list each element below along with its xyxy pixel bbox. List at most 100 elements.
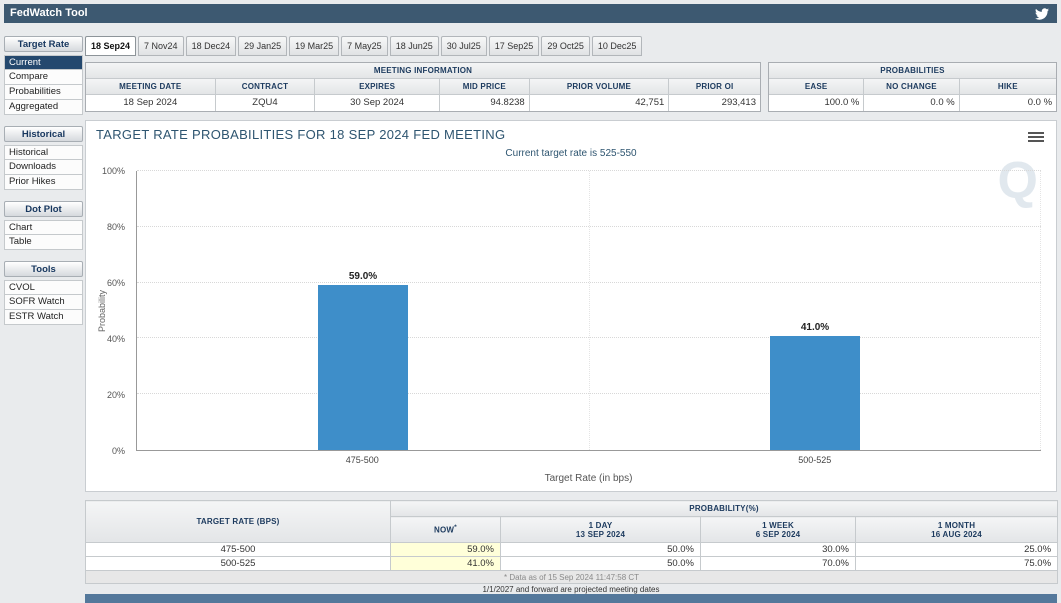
twitter-icon[interactable] — [1035, 7, 1049, 21]
now-label: NOW — [434, 526, 454, 535]
meeting-date-tabs: 18 Sep24 7 Nov24 18 Dec24 29 Jan25 19 Ma… — [85, 36, 642, 56]
sidebar-item-downloads[interactable]: Downloads — [4, 160, 83, 175]
sidebar-item-sofr-watch[interactable]: SOFR Watch — [4, 295, 83, 310]
app-title: FedWatch Tool — [10, 7, 88, 19]
hike-header: HIKE — [960, 79, 1056, 95]
sidebar-item-dotplot-chart[interactable]: Chart — [4, 220, 83, 235]
now-column-header: NOW* — [391, 517, 501, 543]
sidebar: Target Rate Current Compare Probabilitie… — [4, 36, 83, 325]
expires-value: 30 Sep 2024 — [315, 95, 440, 111]
hike-value: 0.0 % — [960, 95, 1056, 111]
tab-17-sep25[interactable]: 17 Sep25 — [489, 36, 540, 56]
sidebar-item-historical[interactable]: Historical — [4, 145, 83, 160]
y-axis-ticks: 0% 20% 40% 60% 80% 100% — [86, 171, 130, 451]
table-cell: 70.0% — [701, 557, 856, 571]
bar-group-500-525: 41.0% — [589, 171, 1041, 450]
one-week-label: 1 WEEK — [701, 521, 855, 530]
y-tick: 0% — [112, 446, 125, 456]
sidebar-item-estr-watch[interactable]: ESTR Watch — [4, 310, 83, 325]
y-tick: 20% — [107, 390, 125, 400]
expires-header: EXPIRES — [315, 79, 440, 95]
meeting-date-header: MEETING DATE — [86, 79, 216, 95]
one-month-column-header: 1 MONTH 16 AUG 2024 — [856, 517, 1058, 543]
bar-value-label: 41.0% — [801, 322, 829, 333]
tab-7-nov24[interactable]: 7 Nov24 — [138, 36, 184, 56]
bar-group-475-500: 59.0% — [137, 171, 589, 450]
table-cell-now: 41.0% — [391, 557, 501, 571]
x-category: 500-525 — [798, 455, 831, 465]
sidebar-item-compare[interactable]: Compare — [4, 70, 83, 85]
tab-30-jul25[interactable]: 30 Jul25 — [441, 36, 487, 56]
one-week-column-header: 1 WEEK 6 SEP 2024 — [701, 517, 856, 543]
sidebar-section-dot-plot: Dot Plot — [4, 201, 83, 217]
sidebar-item-prior-hikes[interactable]: Prior Hikes — [4, 175, 83, 190]
sidebar-item-aggregated[interactable]: Aggregated — [4, 100, 83, 115]
contract-header: CONTRACT — [216, 79, 316, 95]
data-asof-note: * Data as of 15 Sep 2024 11:47:58 CT — [86, 571, 1058, 584]
ease-value: 100.0 % — [769, 95, 864, 111]
one-month-date: 16 AUG 2024 — [856, 530, 1057, 539]
app-header: FedWatch Tool — [4, 4, 1057, 23]
table-cell-rate: 475-500 — [86, 543, 391, 557]
sidebar-item-current[interactable]: Current — [4, 55, 83, 70]
tab-18-sep24[interactable]: 18 Sep24 — [85, 36, 136, 56]
no-change-header: NO CHANGE — [864, 79, 959, 95]
sidebar-item-probabilities[interactable]: Probabilities — [4, 85, 83, 100]
plot-area: 59.0% 41.0% — [136, 171, 1041, 451]
tab-7-may25[interactable]: 7 May25 — [341, 36, 388, 56]
probability-group-header: PROBABILITY(%) — [391, 501, 1058, 517]
tab-29-jan25[interactable]: 29 Jan25 — [238, 36, 287, 56]
chart-panel: TARGET RATE PROBABILITIES FOR 18 SEP 202… — [85, 120, 1057, 492]
sidebar-section-historical: Historical — [4, 126, 83, 142]
meeting-info-table: MEETING INFORMATION MEETING DATE CONTRAC… — [85, 62, 761, 112]
mid-price-header: MID PRICE — [440, 79, 530, 95]
y-tick: 100% — [102, 166, 125, 176]
bar-value-label: 59.0% — [349, 271, 377, 282]
tab-19-mar25[interactable]: 19 Mar25 — [289, 36, 339, 56]
bar-500-525[interactable] — [770, 336, 860, 450]
sidebar-section-target-rate: Target Rate — [4, 36, 83, 52]
table-row: 475-500 59.0% 50.0% 30.0% 25.0% — [86, 543, 1058, 557]
one-day-date: 13 SEP 2024 — [501, 530, 700, 539]
table-cell: 50.0% — [501, 543, 701, 557]
projected-dates-note: 1/1/2027 and forward are projected meeti… — [85, 585, 1057, 594]
chart-context-menu-icon[interactable] — [1028, 130, 1044, 144]
one-week-date: 6 SEP 2024 — [701, 530, 855, 539]
table-cell-rate: 500-525 — [86, 557, 391, 571]
bottom-bar — [85, 594, 1057, 603]
y-tick: 60% — [107, 278, 125, 288]
meeting-date-value: 18 Sep 2024 — [86, 95, 216, 111]
one-day-label: 1 DAY — [501, 521, 700, 530]
contract-value: ZQU4 — [216, 95, 316, 111]
bar-475-500[interactable] — [318, 285, 408, 450]
target-rate-bps-header: TARGET RATE (BPS) — [86, 501, 391, 543]
x-axis-categories: 475-500 500-525 — [136, 455, 1041, 467]
tab-18-jun25[interactable]: 18 Jun25 — [390, 36, 439, 56]
table-cell: 25.0% — [856, 543, 1058, 557]
one-day-column-header: 1 DAY 13 SEP 2024 — [501, 517, 701, 543]
prior-volume-header: PRIOR VOLUME — [530, 79, 670, 95]
ease-header: EASE — [769, 79, 864, 95]
y-tick: 40% — [107, 334, 125, 344]
tab-18-dec24[interactable]: 18 Dec24 — [186, 36, 237, 56]
x-category: 475-500 — [346, 455, 379, 465]
tab-29-oct25[interactable]: 29 Oct25 — [541, 36, 590, 56]
y-tick: 80% — [107, 222, 125, 232]
table-cell-now: 59.0% — [391, 543, 501, 557]
one-month-label: 1 MONTH — [856, 521, 1057, 530]
sidebar-item-cvol[interactable]: CVOL — [4, 280, 83, 295]
meeting-info-title: MEETING INFORMATION — [86, 63, 760, 79]
table-row: 500-525 41.0% 50.0% 70.0% 75.0% — [86, 557, 1058, 571]
x-axis-label: Target Rate (in bps) — [136, 473, 1041, 484]
sidebar-section-tools: Tools — [4, 261, 83, 277]
sidebar-item-dotplot-table[interactable]: Table — [4, 235, 83, 250]
prior-oi-value: 293,413 — [669, 95, 760, 111]
no-change-value: 0.0 % — [864, 95, 959, 111]
table-cell: 50.0% — [501, 557, 701, 571]
chart-title: TARGET RATE PROBABILITIES FOR 18 SEP 202… — [96, 127, 505, 142]
probability-history-table: TARGET RATE (BPS) PROBABILITY(%) NOW* 1 … — [85, 500, 1058, 584]
table-cell: 75.0% — [856, 557, 1058, 571]
mid-price-value: 94.8238 — [440, 95, 530, 111]
table-cell: 30.0% — [701, 543, 856, 557]
tab-10-dec25[interactable]: 10 Dec25 — [592, 36, 643, 56]
